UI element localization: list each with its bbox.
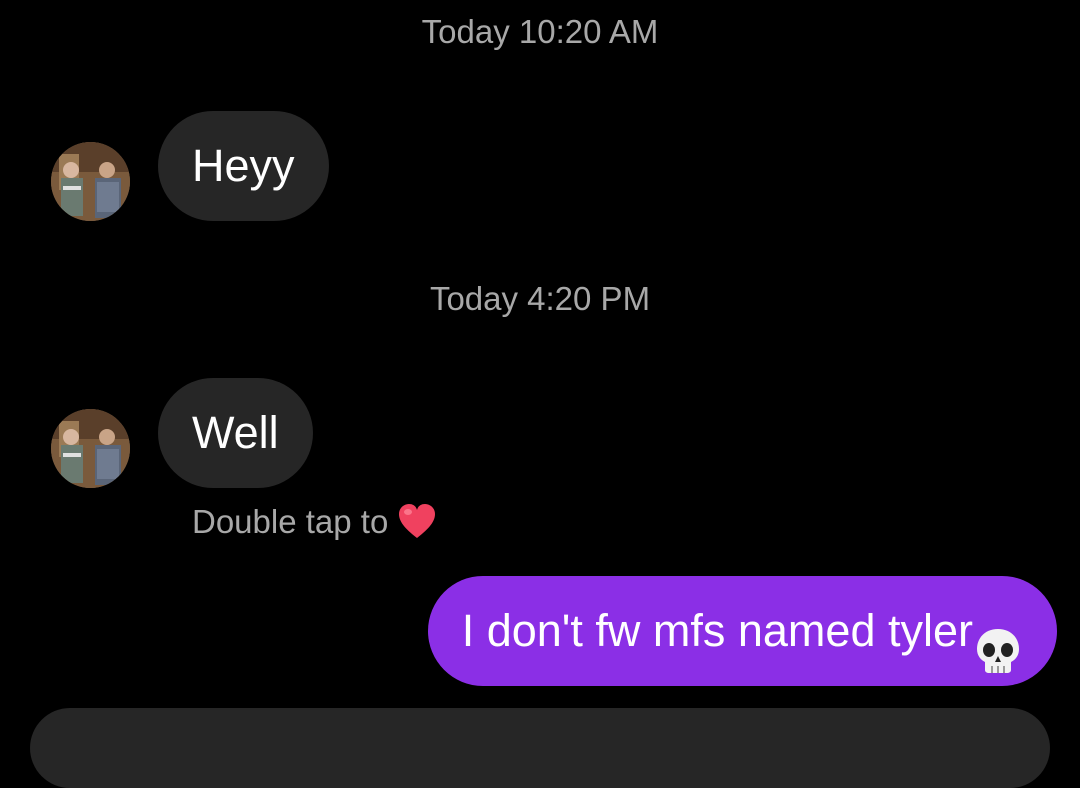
incoming-message[interactable]: Well xyxy=(158,378,313,488)
avatar-photo xyxy=(51,142,130,221)
heart-icon xyxy=(398,504,436,540)
timestamp: Today 10:20 AM xyxy=(421,13,659,50)
outgoing-message[interactable]: I don't fw mfs named tyler xyxy=(427,576,1057,686)
avatar-photo xyxy=(51,409,130,488)
message-composer[interactable] xyxy=(30,708,1050,788)
incoming-message[interactable]: Heyy xyxy=(158,111,329,221)
timestamp: Today 4:20 PM xyxy=(429,280,651,317)
skull-icon xyxy=(973,606,1023,673)
avatar[interactable] xyxy=(51,142,130,221)
double-tap-hint-label: Double tap to xyxy=(192,503,389,540)
double-tap-hint: Double tap to xyxy=(192,502,436,542)
outgoing-message-text: I don't fw mfs named tyler xyxy=(461,605,973,656)
avatar[interactable] xyxy=(51,409,130,488)
